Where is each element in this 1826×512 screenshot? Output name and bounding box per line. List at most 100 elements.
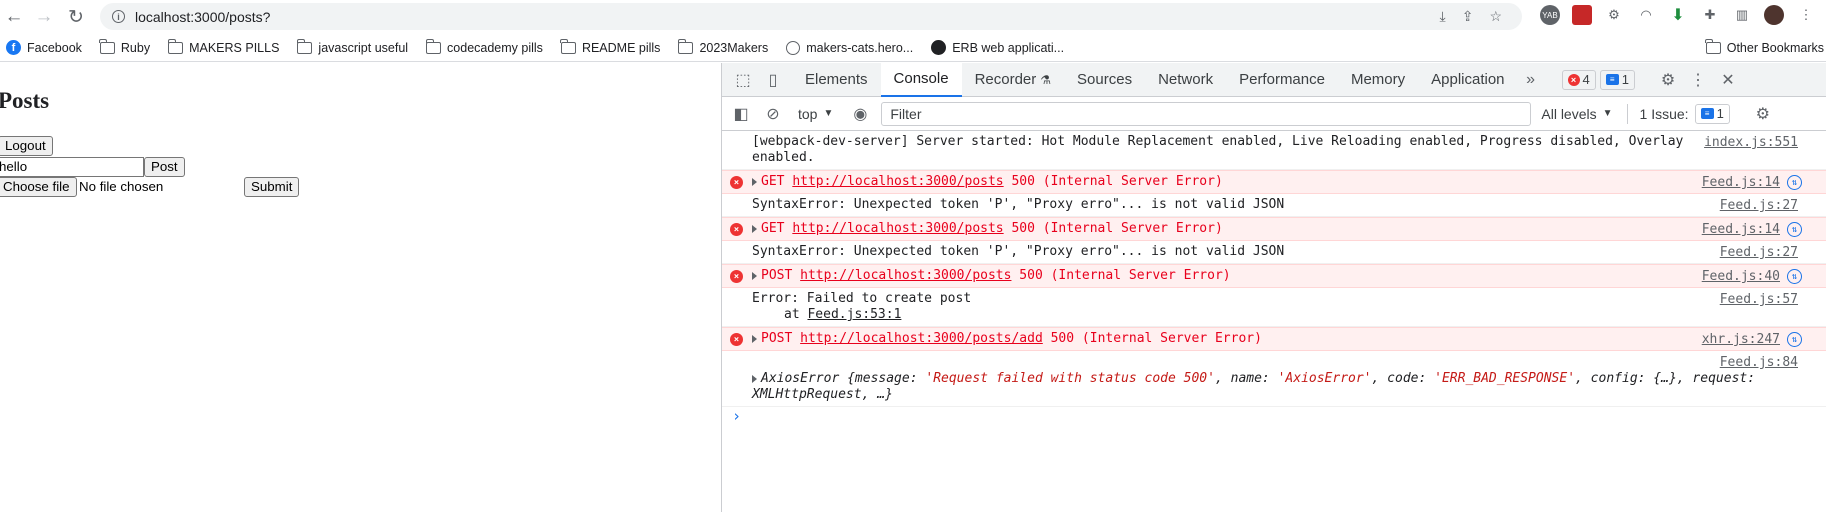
extension-arc-icon[interactable]: ◠ [1636,5,1656,25]
tab-network[interactable]: Network [1145,63,1226,97]
extensions-puzzle-icon[interactable]: ✚ [1700,5,1720,25]
request-url-link[interactable]: http://localhost:3000/posts [792,174,1003,189]
source-link[interactable]: Feed.js:84 [1720,355,1798,371]
source-link[interactable]: Feed.js:40 [1702,269,1780,285]
dropdown-icon: ▼ [1602,108,1613,119]
submit-button[interactable]: Submit [244,177,300,197]
devtools-menu-icon[interactable]: ⋮ [1687,69,1709,91]
page-viewport: Posts Logout hello Post Choose file No f… [0,63,720,512]
tab-sources[interactable]: Sources [1064,63,1145,97]
other-bookmarks[interactable]: Other Bookmarks [1705,34,1824,62]
request-url-link[interactable]: http://localhost:3000/posts/add [800,331,1043,346]
tab-application[interactable]: Application [1418,63,1517,97]
tab-recorder[interactable]: Recorder ⚗ [962,63,1064,97]
bookmark-facebook[interactable]: f Facebook [6,40,82,55]
device-toolbar-icon[interactable]: ▯ [762,69,784,91]
more-tabs-icon[interactable]: » [1520,69,1542,91]
expand-triangle-icon[interactable] [752,177,757,186]
bookmark-ruby[interactable]: Ruby [99,38,150,55]
console-object-row[interactable]: Feed.js:84 AxiosError {message: 'Request… [722,351,1826,407]
log-levels-dropdown[interactable]: All levels ▼ [1541,106,1612,122]
dropdown-icon: ▼ [823,108,834,119]
post-button[interactable]: Post [144,157,185,177]
network-request-icon[interactable]: ⇅ [1787,175,1802,190]
download-arrow-icon[interactable]: ⬇ [1668,5,1688,25]
console-error-row[interactable]: × GET http://localhost:3000/posts 500 (I… [722,170,1826,194]
network-request-icon[interactable]: ⇅ [1787,269,1802,284]
source-link[interactable]: Feed.js:57 [1720,292,1798,308]
back-icon[interactable]: ← [0,3,28,31]
bookmark-2023makers[interactable]: 2023Makers [677,38,768,55]
expand-triangle-icon[interactable] [752,374,757,383]
reload-icon[interactable]: ↻ [62,3,90,31]
bookmark-readme-pills[interactable]: README pills [560,38,660,55]
error-icon: × [730,333,743,346]
share-icon[interactable]: ⇪ [1462,8,1474,25]
error-icon: × [730,176,743,189]
source-link[interactable]: xhr.js:247 [1702,332,1780,348]
console-error-row[interactable]: × POST http://localhost:3000/posts/add 5… [722,327,1826,351]
folder-icon [1705,39,1721,54]
folder-icon [677,38,694,54]
expand-triangle-icon[interactable] [752,224,757,233]
source-link[interactable]: index.js:551 [1704,135,1798,151]
stack-trace-link[interactable]: Feed.js:53:1 [807,307,901,322]
post-input[interactable]: hello [0,157,144,177]
bookmark-erb-web[interactable]: ERB web applicati... [931,40,1064,55]
bookmark-codecademy-pills[interactable]: codecademy pills [425,38,543,55]
source-link[interactable]: Feed.js:27 [1720,198,1798,214]
globe-icon [786,40,801,55]
console-messages: [webpack-dev-server] Server started: Hot… [722,131,1826,425]
issues-count-badge: ≡ 1 [1694,103,1730,124]
sidebar-toggle-icon[interactable]: ◧ [730,103,752,125]
bookmark-makers-cats[interactable]: makers-cats.hero... [786,40,913,55]
url-text[interactable]: localhost:3000/posts? [135,9,270,25]
source-link[interactable]: Feed.js:27 [1720,245,1798,261]
close-icon[interactable]: ✕ [1717,69,1739,91]
folder-icon [167,38,184,54]
install-icon[interactable]: ⤓ [1440,8,1446,25]
error-count-badge[interactable]: × 4 [1561,69,1596,90]
live-expression-eye-icon[interactable]: ◉ [849,103,871,125]
console-settings-gear-icon[interactable]: ⚙ [1752,103,1774,125]
expand-triangle-icon[interactable] [752,271,757,280]
browser-menu-icon[interactable]: ⋮ [1796,5,1816,25]
bookmark-makers-pills[interactable]: MAKERS PILLS [167,38,279,55]
tab-performance[interactable]: Performance [1226,63,1338,97]
request-url-link[interactable]: http://localhost:3000/posts [800,268,1011,283]
choose-file-button[interactable]: Choose file [0,177,77,197]
extension-red-icon[interactable] [1572,5,1592,25]
source-link[interactable]: Feed.js:14 [1702,222,1780,238]
console-prompt-icon[interactable]: › [722,407,1826,425]
yab-extension-icon[interactable]: YAB [1540,5,1560,25]
tab-console[interactable]: Console [880,62,962,97]
extension-gear-icon[interactable]: ⚙ [1604,5,1624,25]
facebook-icon: f [6,40,21,55]
console-error-row[interactable]: × GET http://localhost:3000/posts 500 (I… [722,217,1826,241]
forward-icon[interactable]: → [30,3,58,31]
bookmark-javascript-useful[interactable]: javascript useful [296,38,408,55]
request-url-link[interactable]: http://localhost:3000/posts [792,221,1003,236]
bookmark-star-icon[interactable]: ☆ [1489,8,1502,25]
network-request-icon[interactable]: ⇅ [1787,222,1802,237]
console-error-row[interactable]: × POST http://localhost:3000/posts 500 (… [722,264,1826,288]
info-count-badge[interactable]: ≡ 1 [1599,69,1635,90]
settings-gear-icon[interactable]: ⚙ [1657,69,1679,91]
logout-button[interactable]: Logout [0,136,53,156]
site-info-icon[interactable]: i [112,10,125,23]
console-log-row: Error: Failed to create post at Feed.js:… [722,288,1826,327]
context-selector[interactable]: top ▼ [798,106,833,122]
issues-button[interactable]: 1 Issue: ≡ 1 [1626,103,1730,124]
avatar[interactable] [1764,5,1784,25]
tab-memory[interactable]: Memory [1338,63,1418,97]
expand-triangle-icon[interactable] [752,334,757,343]
source-link[interactable]: Feed.js:14 [1702,175,1780,191]
tab-elements[interactable]: Elements [792,63,881,97]
network-request-icon[interactable]: ⇅ [1787,332,1802,347]
folder-icon [560,38,576,54]
clear-console-icon[interactable]: ⊘ [762,103,784,125]
sidepanel-icon[interactable]: ▥ [1732,5,1752,25]
address-bar[interactable]: i localhost:3000/posts? ⤓ ⇪ ☆ [100,3,1522,30]
inspect-element-icon[interactable]: ⬚ [732,69,754,91]
filter-input[interactable]: Filter [881,101,1532,126]
